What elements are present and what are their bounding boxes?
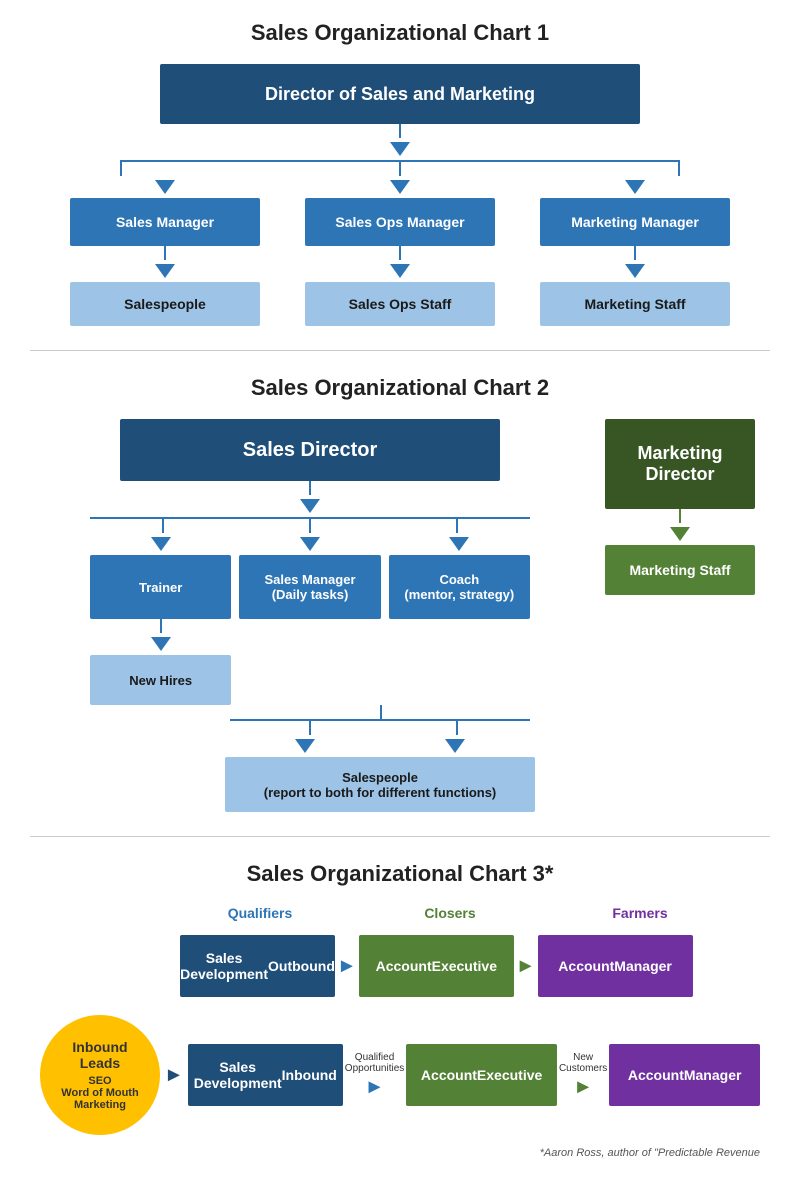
chart1-title: Sales Organizational Chart 1 bbox=[30, 20, 770, 46]
chart2-left: Sales Director Trainer bbox=[40, 419, 580, 812]
chart2-right: Marketing Director Marketing Staff bbox=[600, 419, 760, 595]
chart1-top-box: Director of Sales and Marketing bbox=[160, 64, 640, 124]
chart1-marketing-staff: Marketing Staff bbox=[540, 282, 730, 326]
chart1-ops-staff: Sales Ops Staff bbox=[305, 282, 495, 326]
chart1-ops-manager: Sales Ops Manager bbox=[305, 198, 495, 246]
chart3-inbound-manager: AccountManager bbox=[609, 1044, 760, 1106]
chart3-outbound-manager: AccountManager bbox=[538, 935, 693, 997]
chart1-col2-drop bbox=[399, 162, 401, 176]
chart3-section: Sales Organizational Chart 3* Qualifiers… bbox=[30, 861, 770, 1159]
chart2-smanager-box: Sales Manager (Daily tasks) bbox=[239, 555, 380, 619]
chart2-smanager-col: Sales Manager (Daily tasks) bbox=[239, 533, 380, 705]
chart2-trainer-col: Trainer New Hires bbox=[90, 533, 231, 705]
chart1-col3-vline bbox=[678, 162, 680, 176]
chart3-outbound-row: Sales DevelopmentOutbound ► AccountExecu… bbox=[40, 931, 760, 1001]
chart3-outbound-executive: AccountExecutive bbox=[359, 935, 514, 997]
chart2-marketing-staff: Marketing Staff bbox=[605, 545, 755, 595]
chart3-inbound-executive: AccountExecutive bbox=[406, 1044, 557, 1106]
chart2-subcols: Trainer New Hires Sales Manager (Daily t… bbox=[90, 533, 530, 705]
chart1-col2-vline bbox=[399, 162, 401, 176]
chart2-section: Sales Organizational Chart 2 Sales Direc… bbox=[30, 375, 770, 812]
chart3-inbound-section: InboundLeads SEOWord of MouthMarketing ►… bbox=[40, 1015, 760, 1135]
chart1-sales-manager: Sales Manager bbox=[70, 198, 260, 246]
chart1-columns: Sales Manager Salespeople Sales Ops Mana… bbox=[70, 176, 730, 326]
chart1-col1-drop bbox=[120, 162, 122, 176]
chart3-title: Sales Organizational Chart 3* bbox=[30, 861, 770, 887]
chart3-footnote: *Aaron Ross, author of "Predictable Reve… bbox=[40, 1147, 760, 1159]
chart1-col-sales: Sales Manager Salespeople bbox=[70, 176, 260, 326]
chart1-col1-vline bbox=[120, 162, 122, 176]
chart1-arrow-top bbox=[390, 142, 410, 156]
chart1-col3-drop bbox=[678, 162, 680, 176]
chart1-marketing-manager: Marketing Manager bbox=[540, 198, 730, 246]
chart3-farm-header: Farmers bbox=[560, 905, 720, 923]
chart3-outbound-qualifier: Sales DevelopmentOutbound bbox=[180, 935, 335, 997]
chart2-coach-box: Coach (mentor, strategy) bbox=[389, 555, 530, 619]
chart1-col-ops: Sales Ops Manager Sales Ops Staff bbox=[305, 176, 495, 326]
chart3-headers: Qualifiers Closers Farmers bbox=[180, 905, 760, 923]
chart2-trainer-box: Trainer bbox=[90, 555, 231, 619]
chart2-salespeople-box: Salespeople (report to both for differen… bbox=[225, 757, 535, 812]
chart3-inbound-circle: InboundLeads SEOWord of MouthMarketing bbox=[40, 1015, 160, 1135]
chart1-salespeople: Salespeople bbox=[70, 282, 260, 326]
chart2-coach-col: Coach (mentor, strategy) bbox=[389, 533, 530, 705]
chart1-section: Sales Organizational Chart 1 Director of… bbox=[30, 20, 770, 326]
chart2-main: Sales Director Trainer bbox=[30, 419, 770, 812]
chart1-col1-arrow bbox=[155, 180, 175, 194]
chart3-close-header: Closers bbox=[370, 905, 530, 923]
chart3-content: Qualifiers Closers Farmers Sales Develop… bbox=[30, 905, 770, 1159]
chart1-col-marketing: Marketing Manager Marketing Staff bbox=[540, 176, 730, 326]
chart2-marketing-director: Marketing Director bbox=[605, 419, 755, 509]
divider-2 bbox=[30, 836, 770, 837]
chart2-title: Sales Organizational Chart 2 bbox=[30, 375, 770, 401]
chart3-inbound-qualifier: Sales DevelopmentInbound bbox=[188, 1044, 343, 1106]
chart2-sales-director: Sales Director bbox=[120, 419, 500, 481]
divider-1 bbox=[30, 350, 770, 351]
chart1-cols-drops bbox=[120, 162, 680, 176]
chart3-qual-header: Qualifiers bbox=[180, 905, 340, 923]
chart2-newhires-box: New Hires bbox=[90, 655, 231, 705]
chart1-connector-line bbox=[399, 124, 401, 138]
